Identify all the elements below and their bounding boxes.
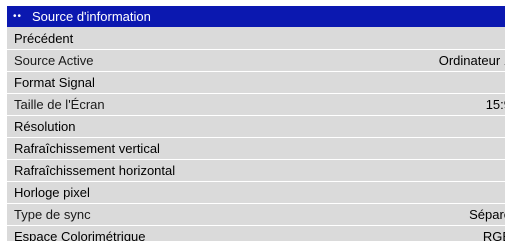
menu-item-taille-ecran[interactable]: Taille de l'Écran 15:9 bbox=[7, 94, 505, 116]
menu-item-type-sync[interactable]: Type de sync Séparé bbox=[7, 204, 505, 226]
menu-item-value: RGB bbox=[482, 229, 505, 241]
osd-menu: •• Source d'information Précédent Source… bbox=[7, 6, 505, 241]
menu-item-value: 15:9 bbox=[485, 97, 505, 112]
menu-items: Précédent Source Active Ordinateur 1 For… bbox=[7, 28, 505, 241]
bullets-icon: •• bbox=[13, 10, 23, 22]
menu-item-value: Séparé bbox=[469, 207, 505, 222]
menu-item-label: Horloge pixel bbox=[14, 185, 90, 200]
menu-item-rafraichissement-horizontal[interactable]: Rafraîchissement horizontal bbox=[7, 160, 505, 182]
menu-item-label: Rafraîchissement vertical bbox=[14, 141, 160, 156]
menu-item-label: Résolution bbox=[14, 119, 76, 134]
menu-item-label: Rafraîchissement horizontal bbox=[14, 163, 176, 178]
menu-item-resolution[interactable]: Résolution bbox=[7, 116, 505, 138]
menu-header[interactable]: •• Source d'information bbox=[7, 6, 505, 27]
menu-item-label: Format Signal bbox=[14, 75, 95, 90]
menu-item-precedent[interactable]: Précédent bbox=[7, 28, 505, 50]
menu-item-rafraichissement-vertical[interactable]: Rafraîchissement vertical bbox=[7, 138, 505, 160]
menu-item-format-signal[interactable]: Format Signal bbox=[7, 72, 505, 94]
menu-title: Source d'information bbox=[32, 9, 151, 24]
menu-item-label: Précédent bbox=[14, 31, 74, 46]
menu-item-value: Ordinateur 1 bbox=[438, 53, 505, 68]
menu-item-source-active[interactable]: Source Active Ordinateur 1 bbox=[7, 50, 505, 72]
menu-item-espace-colorimetrique[interactable]: Espace Colorimétrique RGB bbox=[7, 226, 505, 241]
menu-item-horloge-pixel[interactable]: Horloge pixel bbox=[7, 182, 505, 204]
